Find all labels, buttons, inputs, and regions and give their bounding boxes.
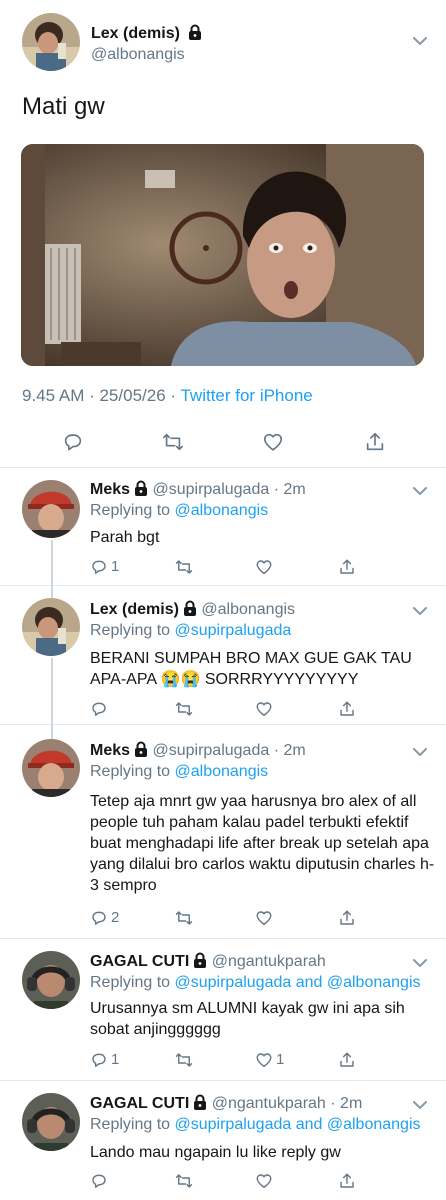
replying-to-link[interactable]: @supirpalugada and @albonangis	[175, 1116, 421, 1133]
tweet-meta: 9.45 AM · 25/05/26 · Twitter for iPhone	[22, 386, 313, 406]
chevron-down-icon[interactable]	[412, 747, 428, 757]
lock-icon	[193, 1094, 207, 1115]
reply-author-name[interactable]: Lex (demis)	[90, 601, 179, 618]
share-icon[interactable]	[338, 558, 356, 576]
reply-tweet[interactable]: GAGAL CUTI @ngantukparah Replying to @su…	[0, 939, 446, 1081]
reply-icon[interactable]	[62, 431, 84, 453]
avatar[interactable]	[22, 739, 80, 797]
avatar[interactable]	[22, 480, 80, 538]
replying-to: Replying to @supirpalugada and @albonang…	[90, 974, 421, 991]
reply-author-name[interactable]: GAGAL CUTI	[90, 1095, 189, 1112]
share-icon[interactable]	[364, 431, 386, 453]
tweet-timestamp: 9.45 AM · 25/05/26 ·	[22, 386, 181, 405]
avatar[interactable]	[22, 1093, 80, 1151]
tweet-source-link[interactable]: Twitter for iPhone	[180, 386, 312, 405]
lock-icon	[188, 24, 202, 45]
like-button[interactable]	[255, 909, 276, 927]
like-button[interactable]	[255, 700, 276, 718]
reply-author-handle[interactable]: @supirpalugada	[152, 481, 269, 498]
reply-text: Lando mau ngapain lu like reply gw	[90, 1144, 341, 1161]
avatar[interactable]	[22, 598, 80, 656]
share-icon[interactable]	[338, 700, 356, 718]
thread-line	[51, 540, 53, 586]
share-icon[interactable]	[338, 1172, 356, 1190]
replying-to-link[interactable]: @supirpalugada and @albonangis	[175, 974, 421, 991]
chevron-down-icon[interactable]	[412, 606, 428, 616]
reply-button[interactable]: 2	[90, 909, 119, 927]
reply-author-name[interactable]: GAGAL CUTI	[90, 953, 189, 970]
retweet-icon[interactable]	[175, 1172, 193, 1190]
main-tweet: Lex (demis) @albonangis Mati gw 9.45 AM …	[0, 0, 446, 468]
replying-to-link[interactable]: @albonangis	[175, 502, 269, 519]
reply-tweet[interactable]: Meks @supirpalugada · 2m Replying to @al…	[0, 725, 446, 939]
reply-text: BERANI SUMPAH BRO MAX GUE GAK TAU APA-AP…	[90, 650, 412, 688]
reply-author-handle[interactable]: @albonangis	[201, 601, 295, 618]
reply-count: 2	[111, 909, 120, 926]
replying-to-link[interactable]: @supirpalugada	[175, 622, 292, 639]
chevron-down-icon[interactable]	[412, 36, 428, 46]
share-icon[interactable]	[338, 1051, 356, 1069]
replying-to: Replying to @supirpalugada and @albonang…	[90, 1116, 421, 1133]
avatar[interactable]	[22, 951, 80, 1009]
reply-text: Urusannya sm ALUMNI kayak gw ini apa sih…	[90, 1000, 405, 1038]
reply-time: · 2m	[273, 742, 306, 759]
reply-author-handle[interactable]: @ngantukparah	[212, 953, 326, 970]
chevron-down-icon[interactable]	[412, 486, 428, 496]
replying-to: Replying to @albonangis	[90, 763, 269, 780]
like-icon[interactable]	[262, 431, 284, 453]
reply-tweet[interactable]: Meks @supirpalugada · 2m Replying to @al…	[0, 468, 446, 586]
author-name[interactable]: Lex (demis)	[91, 24, 202, 45]
replying-to: Replying to @albonangis	[90, 502, 269, 519]
share-icon[interactable]	[338, 909, 356, 927]
replying-to-link[interactable]: @albonangis	[175, 763, 269, 780]
thread-line	[51, 586, 53, 598]
replying-to: Replying to @supirpalugada	[90, 622, 292, 639]
thread-line	[51, 725, 53, 739]
retweet-icon[interactable]	[175, 700, 193, 718]
reply-author-name[interactable]: Meks	[90, 481, 130, 498]
reply-tweet[interactable]: GAGAL CUTI @ngantukparah · 2m Replying t…	[0, 1081, 446, 1200]
reply-button[interactable]	[90, 1172, 111, 1190]
chevron-down-icon[interactable]	[412, 1100, 428, 1110]
reply-time: · 2m	[273, 481, 306, 498]
reply-author-handle[interactable]: @supirpalugada	[152, 742, 269, 759]
reply-button[interactable]: 1	[90, 1051, 119, 1069]
lock-icon	[193, 952, 207, 973]
reply-time: · 2m	[330, 1095, 363, 1112]
reply-text: Parah bgt	[90, 529, 160, 546]
thread-line	[51, 658, 53, 725]
reply-count: 1	[111, 1051, 120, 1068]
lock-icon	[183, 600, 197, 621]
retweet-icon[interactable]	[175, 1051, 193, 1069]
like-button[interactable]: 1	[255, 1051, 284, 1069]
like-count: 1	[276, 1051, 285, 1068]
retweet-icon[interactable]	[175, 909, 193, 927]
retweet-icon[interactable]	[162, 431, 184, 453]
author-handle[interactable]: @albonangis	[91, 46, 185, 64]
reply-button[interactable]	[90, 700, 111, 718]
lock-icon	[134, 480, 148, 501]
tweet-photo[interactable]	[21, 144, 424, 366]
reply-button[interactable]: 1	[90, 558, 119, 576]
retweet-icon[interactable]	[175, 558, 193, 576]
avatar[interactable]	[22, 13, 80, 71]
like-button[interactable]	[255, 558, 276, 576]
like-button[interactable]	[255, 1172, 276, 1190]
reply-author-name[interactable]: Meks	[90, 742, 130, 759]
lock-icon	[134, 741, 148, 762]
tweet-text: Mati gw	[22, 93, 105, 120]
reply-text: Tetep aja mnrt gw yaa harusnya bro alex …	[90, 793, 435, 894]
reply-tweet[interactable]: Lex (demis) @albonangis Replying to @sup…	[0, 586, 446, 725]
reply-author-handle[interactable]: @ngantukparah	[212, 1095, 326, 1112]
reply-count: 1	[111, 558, 120, 575]
chevron-down-icon[interactable]	[412, 958, 428, 968]
